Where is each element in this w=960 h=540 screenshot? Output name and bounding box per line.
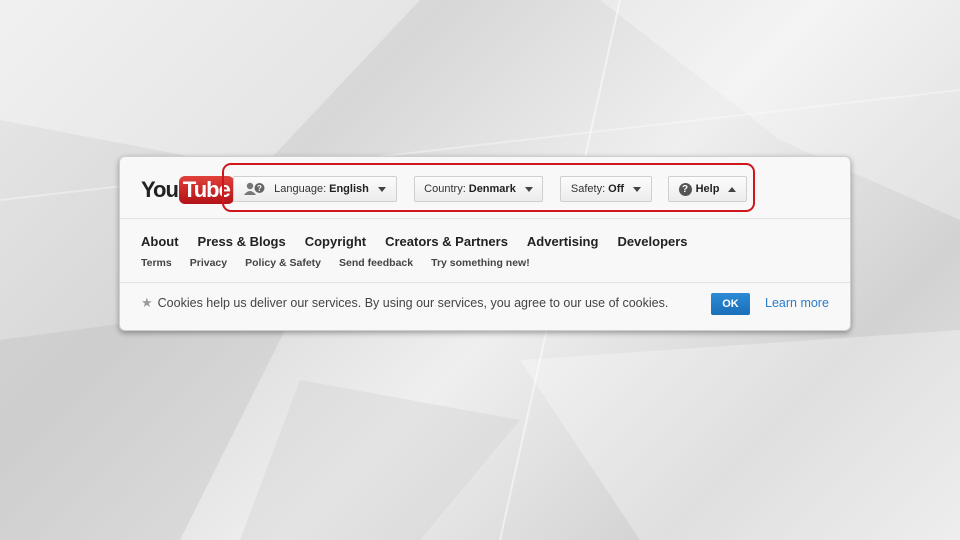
safety-picker[interactable]: Safety: Off	[560, 176, 652, 202]
logo-you-text: You	[141, 177, 179, 202]
divider	[120, 282, 850, 283]
link-about[interactable]: About	[141, 234, 179, 249]
ok-button[interactable]: OK	[711, 293, 750, 315]
question-icon: ?	[678, 182, 692, 196]
link-press-blogs[interactable]: Press & Blogs	[198, 234, 286, 249]
country-value: Denmark	[468, 183, 516, 195]
cookie-notice-text: Cookies help us deliver our services. By…	[157, 296, 669, 310]
language-label: Language:	[274, 183, 327, 195]
secondary-links: Terms Privacy Policy & Safety Send feedb…	[141, 257, 548, 269]
chevron-down-icon	[633, 186, 642, 192]
link-policy-safety[interactable]: Policy & Safety	[245, 257, 321, 269]
learn-more-link[interactable]: Learn more	[765, 296, 829, 310]
svg-text:?: ?	[257, 184, 262, 193]
link-terms[interactable]: Terms	[141, 257, 172, 269]
cookie-notice: ★ Cookies help us deliver our services. …	[141, 295, 668, 311]
safety-label: Safety:	[570, 183, 606, 195]
link-try-something-new[interactable]: Try something new!	[431, 257, 530, 269]
link-privacy[interactable]: Privacy	[190, 257, 227, 269]
language-value: English	[329, 183, 369, 195]
youtube-logo[interactable]: You Tube	[141, 176, 234, 204]
primary-links: About Press & Blogs Copyright Creators &…	[141, 234, 707, 249]
chevron-down-icon	[524, 186, 533, 192]
divider	[120, 218, 850, 219]
link-send-feedback[interactable]: Send feedback	[339, 257, 413, 269]
safety-value: Off	[608, 183, 625, 195]
language-picker[interactable]: ? Language: English	[233, 176, 397, 202]
country-picker[interactable]: Country: Denmark	[414, 176, 543, 202]
language-people-icon: ?	[244, 182, 266, 196]
chevron-up-icon	[728, 186, 737, 192]
youtube-footer: You Tube ? Language: English Country: Denm…	[119, 156, 851, 331]
help-label: Help	[695, 183, 720, 195]
star-icon: ★	[141, 295, 153, 310]
link-advertising[interactable]: Advertising	[527, 234, 599, 249]
link-copyright[interactable]: Copyright	[305, 234, 366, 249]
country-label: Country:	[424, 183, 466, 195]
help-button[interactable]: ? Help	[668, 176, 747, 202]
chevron-down-icon	[377, 186, 386, 192]
link-creators-partners[interactable]: Creators & Partners	[385, 234, 508, 249]
link-developers[interactable]: Developers	[617, 234, 687, 249]
